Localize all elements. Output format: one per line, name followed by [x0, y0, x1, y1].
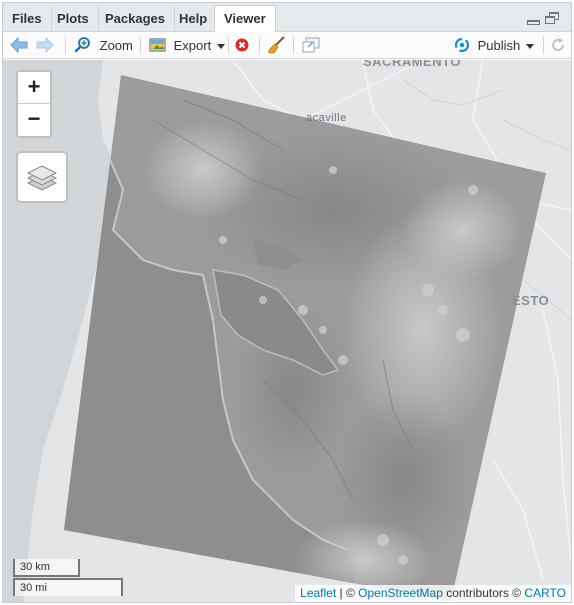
popout-icon [302, 37, 320, 53]
export-button[interactable]: Export [149, 35, 226, 56]
leaflet-link[interactable]: Leaflet [300, 586, 336, 600]
tab-packages[interactable]: Packages [96, 6, 175, 32]
map-attribution: Leaflet | © OpenStreetMap contributors ©… [295, 585, 571, 602]
tab-help[interactable]: Help [170, 6, 218, 32]
zoom-out-button[interactable]: − [18, 104, 50, 136]
broom-icon [268, 36, 285, 54]
scale-km: 30 km [13, 559, 80, 577]
zoom-in-button[interactable]: + [18, 72, 50, 104]
window-controls [525, 11, 563, 27]
stop-icon [235, 38, 249, 52]
scale-bar: 30 km 30 mi [13, 559, 123, 596]
tab-bar: Files Plots Packages Help Viewer [3, 3, 571, 32]
forward-arrow-icon[interactable] [35, 36, 55, 54]
viewer-pane: Files Plots Packages Help Viewer Zoom Ex… [2, 2, 572, 603]
viewer-toolbar: Zoom Export Publish [3, 32, 571, 59]
export-label: Export [173, 38, 212, 53]
map-label-sacramento: SACRAMENTO [363, 60, 461, 69]
scale-mi: 30 mi [13, 578, 123, 596]
chevron-down-icon [217, 44, 226, 50]
layers-control[interactable] [16, 151, 68, 203]
clear-all-button[interactable] [268, 35, 286, 56]
minimize-icon[interactable] [527, 20, 540, 25]
zoom-icon [74, 37, 90, 53]
osm-link[interactable]: OpenStreetMap [358, 586, 443, 600]
maximize-icon[interactable] [545, 12, 559, 24]
publish-button[interactable]: Publish [453, 35, 535, 56]
map-canvas [3, 60, 571, 602]
chevron-down-icon [526, 44, 535, 50]
export-icon [149, 38, 166, 52]
zoom-button[interactable]: Zoom [74, 35, 133, 56]
refresh-icon [552, 38, 564, 51]
map-label-modesto: ESTO [512, 293, 550, 308]
popout-button[interactable] [302, 35, 320, 56]
zoom-control: + − [16, 70, 52, 138]
publish-label: Publish [477, 38, 521, 53]
clear-viewer-button[interactable] [235, 35, 249, 56]
map-label-vacaville: acaville [306, 112, 347, 124]
attribution-sep: | © [336, 586, 359, 600]
attribution-mid: contributors © [442, 586, 525, 600]
tab-plots[interactable]: Plots [48, 6, 99, 32]
carto-link[interactable]: CARTO [524, 586, 566, 600]
tab-files[interactable]: Files [3, 6, 52, 32]
publish-icon [454, 37, 470, 53]
back-arrow-icon[interactable] [9, 36, 29, 54]
tab-viewer[interactable]: Viewer [214, 5, 276, 32]
refresh-button[interactable] [550, 35, 566, 56]
layers-icon [26, 165, 58, 191]
leaflet-map[interactable]: SACRAMENTO acaville ESTO + − 30 km 30 mi… [3, 60, 571, 602]
zoom-label: Zoom [99, 38, 133, 53]
